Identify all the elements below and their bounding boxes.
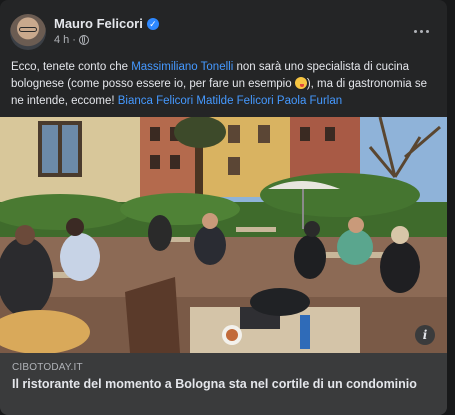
link-preview[interactable]: CIBOTODAY.IT Il ristorante del momento a… xyxy=(0,353,447,415)
tag-massimiliano-tonelli[interactable]: Massimiliano Tonelli xyxy=(131,61,233,73)
link-domain: CIBOTODAY.IT xyxy=(12,362,83,373)
author-name[interactable]: Mauro Felicori xyxy=(54,16,143,31)
more-options-icon[interactable] xyxy=(409,21,433,41)
post-photo[interactable]: i xyxy=(0,117,447,353)
tag-matilde-felicori[interactable]: Matilde Felicori xyxy=(196,95,273,107)
courtyard-restaurant-photo xyxy=(0,117,447,353)
post-text-part: Ecco, tenete conto che xyxy=(11,61,132,73)
post-timestamp[interactable]: 4 h xyxy=(54,34,69,46)
zany-face-emoji xyxy=(294,77,307,89)
avatar-glasses xyxy=(19,27,37,32)
author-avatar[interactable] xyxy=(10,14,46,50)
feed-post: Mauro Felicori ✓ 4 h · Ecco, tenete cont… xyxy=(0,0,447,415)
tag-bianca-felicori[interactable]: Bianca Felicori xyxy=(118,95,193,107)
post-meta: 4 h · xyxy=(54,34,89,46)
meta-separator: · xyxy=(72,34,76,46)
author-row: Mauro Felicori ✓ xyxy=(54,16,159,31)
link-title[interactable]: Il ristorante del momento a Bologna sta … xyxy=(12,376,422,392)
verified-badge-icon: ✓ xyxy=(146,17,159,30)
post-header: Mauro Felicori ✓ 4 h · xyxy=(10,11,437,55)
page-scrollbar[interactable] xyxy=(447,0,455,415)
tag-paola-furlan[interactable]: Paola Furlan xyxy=(277,95,342,107)
post-text: Ecco, tenete conto che Massimiliano Tone… xyxy=(11,59,437,110)
info-icon[interactable]: i xyxy=(415,325,435,345)
globe-icon[interactable] xyxy=(78,35,89,45)
